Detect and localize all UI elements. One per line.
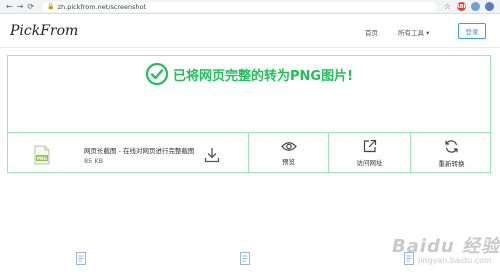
visit-url-label: 访问网址 — [356, 159, 383, 167]
browser-toolbar: ← → ⟳ 🔒 zh.pickfrom.net/screenshot ☆ ABP — [0, 0, 500, 14]
png-file-icon: PNG — [34, 145, 50, 165]
conversion-result-panel: 已将网页完整的转为PNG图片! PNG 网页长截图 - 在线对网页进行完整截图 … — [7, 55, 491, 173]
nav-home-link[interactable]: 首页 — [365, 27, 378, 37]
download-icon[interactable] — [204, 147, 220, 163]
file-name: 网页长截图 - 在线对网页进行完整截图 — [84, 147, 195, 155]
extension-icon[interactable] — [471, 2, 480, 11]
external-link-icon — [363, 139, 376, 153]
eye-icon — [280, 141, 297, 151]
check-circle-icon — [145, 62, 169, 86]
baidu-watermark-url: jingyan.baidu.com — [418, 256, 492, 265]
document-icon — [240, 252, 250, 265]
reload-icon[interactable]: ⟳ — [27, 2, 34, 11]
document-icon — [76, 252, 86, 265]
profile-icon[interactable] — [485, 2, 494, 11]
preview-label: 预览 — [282, 157, 295, 166]
preview-button[interactable]: 预览 — [248, 133, 328, 173]
visit-url-button[interactable]: 访问网址 — [328, 133, 410, 173]
browser-nav: ← → ⟳ — [6, 2, 34, 11]
refresh-icon — [445, 139, 458, 153]
success-banner: 已将网页完整的转为PNG图片! — [8, 62, 490, 86]
file-info: PNG 网页长截图 - 在线对网页进行完整截图 85 KB — [8, 133, 248, 173]
baidu-watermark: Baidu 经验 — [392, 236, 500, 257]
lock-icon: 🔒 — [47, 3, 55, 10]
url-text: zh.pickfrom.net/screenshot — [57, 2, 147, 11]
bookmark-star-icon[interactable]: ☆ — [443, 2, 452, 11]
adblock-icon[interactable]: ABP — [456, 2, 467, 11]
forward-icon[interactable]: → — [17, 2, 24, 11]
address-bar[interactable]: 🔒 zh.pickfrom.net/screenshot — [42, 1, 438, 12]
nav-all-tools-dropdown[interactable]: 所有工具 ▾ — [398, 27, 429, 37]
browser-extensions: ☆ ABP — [443, 2, 494, 11]
site-header: PickFrom 首页 所有工具 ▾ 登录 — [0, 15, 500, 48]
site-logo[interactable]: PickFrom — [10, 23, 78, 39]
success-message: 已将网页完整的转为PNG图片! — [172, 68, 353, 84]
reconvert-button[interactable]: 重新转换 — [410, 133, 492, 173]
login-button[interactable]: 登录 — [458, 23, 486, 39]
svg-text:PNG: PNG — [37, 156, 48, 161]
file-size: 85 KB — [84, 157, 104, 165]
reconvert-label: 重新转换 — [438, 159, 465, 168]
back-icon[interactable]: ← — [6, 2, 13, 11]
